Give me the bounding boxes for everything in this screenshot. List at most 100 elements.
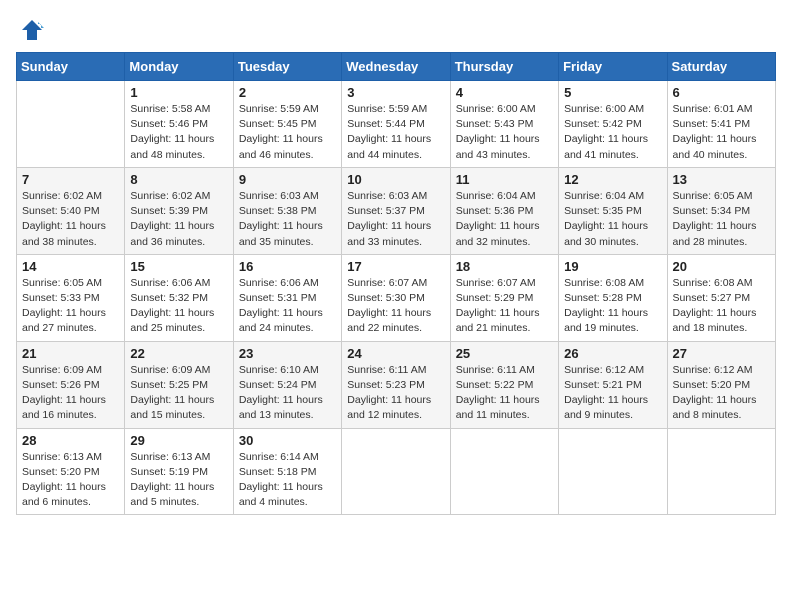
day-number: 19: [564, 259, 661, 274]
calendar-cell: 27 Sunrise: 6:12 AMSunset: 5:20 PMDayligh…: [667, 341, 775, 428]
day-number: 20: [673, 259, 770, 274]
day-number: 3: [347, 85, 444, 100]
calendar-cell: 21Sunrise: 6:09 AMSunset: 5:26 PMDayligh…: [17, 341, 125, 428]
calendar-cell: [559, 428, 667, 515]
day-info: Sunrise: 6:09 AMSunset: 5:25 PMDaylight:…: [130, 363, 227, 424]
header-saturday: Saturday: [667, 53, 775, 81]
header-sunday: Sunday: [17, 53, 125, 81]
week-row-2: 14 Sunrise: 6:05 AMSunset: 5:33 PMDayligh…: [17, 254, 776, 341]
day-info: Sunrise: 6:06 AMSunset: 5:31 PMDaylight:…: [239, 276, 336, 337]
day-info: Sunrise: 6:02 AMSunset: 5:40 PMDaylight:…: [22, 189, 119, 250]
calendar-cell: 23 Sunrise: 6:10 AMSunset: 5:24 PMDayligh…: [233, 341, 341, 428]
calendar-cell: 5 Sunrise: 6:00 AMSunset: 5:42 PMDaylight…: [559, 81, 667, 168]
week-row-1: 7 Sunrise: 6:02 AMSunset: 5:40 PMDaylight…: [17, 167, 776, 254]
day-number: 24: [347, 346, 444, 361]
week-row-0: 1Sunrise: 5:58 AMSunset: 5:46 PMDaylight…: [17, 81, 776, 168]
day-info: Sunrise: 6:06 AMSunset: 5:32 PMDaylight:…: [130, 276, 227, 337]
day-number: 26: [564, 346, 661, 361]
calendar-cell: 8 Sunrise: 6:02 AMSunset: 5:39 PMDaylight…: [125, 167, 233, 254]
day-info: Sunrise: 6:12 AMSunset: 5:21 PMDaylight:…: [564, 363, 661, 424]
day-info: Sunrise: 6:13 AMSunset: 5:19 PMDaylight:…: [130, 450, 227, 511]
calendar-cell: 12 Sunrise: 6:04 AMSunset: 5:35 PMDayligh…: [559, 167, 667, 254]
day-number: 9: [239, 172, 336, 187]
day-info: Sunrise: 6:03 AMSunset: 5:37 PMDaylight:…: [347, 189, 444, 250]
day-info: Sunrise: 6:01 AMSunset: 5:41 PMDaylight:…: [673, 102, 770, 163]
day-number: 1: [130, 85, 227, 100]
day-info: Sunrise: 6:05 AMSunset: 5:33 PMDaylight:…: [22, 276, 119, 337]
calendar-cell: 4 Sunrise: 6:00 AMSunset: 5:43 PMDaylight…: [450, 81, 558, 168]
calendar-cell: 30 Sunrise: 6:14 AMSunset: 5:18 PMDayligh…: [233, 428, 341, 515]
calendar-cell: 25 Sunrise: 6:11 AMSunset: 5:22 PMDayligh…: [450, 341, 558, 428]
day-info: Sunrise: 6:12 AMSunset: 5:20 PMDaylight:…: [673, 363, 770, 424]
calendar-cell: 7 Sunrise: 6:02 AMSunset: 5:40 PMDaylight…: [17, 167, 125, 254]
day-number: 23: [239, 346, 336, 361]
day-number: 10: [347, 172, 444, 187]
page-header: [16, 16, 776, 44]
calendar-cell: 1Sunrise: 5:58 AMSunset: 5:46 PMDaylight…: [125, 81, 233, 168]
day-info: Sunrise: 6:02 AMSunset: 5:39 PMDaylight:…: [130, 189, 227, 250]
header-thursday: Thursday: [450, 53, 558, 81]
day-info: Sunrise: 6:00 AMSunset: 5:43 PMDaylight:…: [456, 102, 553, 163]
calendar-table: SundayMondayTuesdayWednesdayThursdayFrid…: [16, 52, 776, 515]
calendar-cell: 6 Sunrise: 6:01 AMSunset: 5:41 PMDaylight…: [667, 81, 775, 168]
day-number: 22: [130, 346, 227, 361]
day-number: 12: [564, 172, 661, 187]
calendar-cell: [450, 428, 558, 515]
calendar-cell: [17, 81, 125, 168]
calendar-cell: [342, 428, 450, 515]
calendar-cell: 29 Sunrise: 6:13 AMSunset: 5:19 PMDayligh…: [125, 428, 233, 515]
day-number: 4: [456, 85, 553, 100]
day-info: Sunrise: 6:03 AMSunset: 5:38 PMDaylight:…: [239, 189, 336, 250]
day-info: Sunrise: 6:07 AMSunset: 5:29 PMDaylight:…: [456, 276, 553, 337]
day-number: 2: [239, 85, 336, 100]
calendar-header-row: SundayMondayTuesdayWednesdayThursdayFrid…: [17, 53, 776, 81]
calendar-cell: 14 Sunrise: 6:05 AMSunset: 5:33 PMDayligh…: [17, 254, 125, 341]
logo: [16, 16, 46, 44]
day-number: 27: [673, 346, 770, 361]
day-number: 8: [130, 172, 227, 187]
calendar-cell: 2Sunrise: 5:59 AMSunset: 5:45 PMDaylight…: [233, 81, 341, 168]
day-number: 30: [239, 433, 336, 448]
day-info: Sunrise: 6:00 AMSunset: 5:42 PMDaylight:…: [564, 102, 661, 163]
day-number: 25: [456, 346, 553, 361]
day-number: 11: [456, 172, 553, 187]
day-number: 21: [22, 346, 119, 361]
calendar-cell: 16Sunrise: 6:06 AMSunset: 5:31 PMDayligh…: [233, 254, 341, 341]
day-info: Sunrise: 6:05 AMSunset: 5:34 PMDaylight:…: [673, 189, 770, 250]
day-info: Sunrise: 6:11 AMSunset: 5:22 PMDaylight:…: [456, 363, 553, 424]
header-wednesday: Wednesday: [342, 53, 450, 81]
calendar-cell: 28 Sunrise: 6:13 AMSunset: 5:20 PMDayligh…: [17, 428, 125, 515]
day-number: 29: [130, 433, 227, 448]
day-info: Sunrise: 6:07 AMSunset: 5:30 PMDaylight:…: [347, 276, 444, 337]
day-number: 17: [347, 259, 444, 274]
calendar-cell: 22 Sunrise: 6:09 AMSunset: 5:25 PMDayligh…: [125, 341, 233, 428]
calendar-cell: 20 Sunrise: 6:08 AMSunset: 5:27 PMDayligh…: [667, 254, 775, 341]
day-number: 7: [22, 172, 119, 187]
day-info: Sunrise: 6:14 AMSunset: 5:18 PMDaylight:…: [239, 450, 336, 511]
calendar-cell: 11 Sunrise: 6:04 AMSunset: 5:36 PMDayligh…: [450, 167, 558, 254]
day-info: Sunrise: 6:10 AMSunset: 5:24 PMDaylight:…: [239, 363, 336, 424]
calendar-cell: 17 Sunrise: 6:07 AMSunset: 5:30 PMDayligh…: [342, 254, 450, 341]
calendar-cell: 15 Sunrise: 6:06 AMSunset: 5:32 PMDayligh…: [125, 254, 233, 341]
logo-icon: [18, 16, 46, 44]
header-tuesday: Tuesday: [233, 53, 341, 81]
day-number: 28: [22, 433, 119, 448]
day-info: Sunrise: 6:11 AMSunset: 5:23 PMDaylight:…: [347, 363, 444, 424]
day-number: 15: [130, 259, 227, 274]
day-info: Sunrise: 6:13 AMSunset: 5:20 PMDaylight:…: [22, 450, 119, 511]
day-number: 6: [673, 85, 770, 100]
header-monday: Monday: [125, 53, 233, 81]
day-info: Sunrise: 5:59 AMSunset: 5:44 PMDaylight:…: [347, 102, 444, 163]
calendar-cell: 24 Sunrise: 6:11 AMSunset: 5:23 PMDayligh…: [342, 341, 450, 428]
day-info: Sunrise: 6:08 AMSunset: 5:27 PMDaylight:…: [673, 276, 770, 337]
calendar-cell: [667, 428, 775, 515]
header-friday: Friday: [559, 53, 667, 81]
day-number: 14: [22, 259, 119, 274]
day-info: Sunrise: 6:04 AMSunset: 5:35 PMDaylight:…: [564, 189, 661, 250]
day-number: 5: [564, 85, 661, 100]
calendar-cell: 3 Sunrise: 5:59 AMSunset: 5:44 PMDaylight…: [342, 81, 450, 168]
calendar-cell: 19Sunrise: 6:08 AMSunset: 5:28 PMDayligh…: [559, 254, 667, 341]
day-info: Sunrise: 6:04 AMSunset: 5:36 PMDaylight:…: [456, 189, 553, 250]
day-number: 18: [456, 259, 553, 274]
week-row-4: 28 Sunrise: 6:13 AMSunset: 5:20 PMDayligh…: [17, 428, 776, 515]
